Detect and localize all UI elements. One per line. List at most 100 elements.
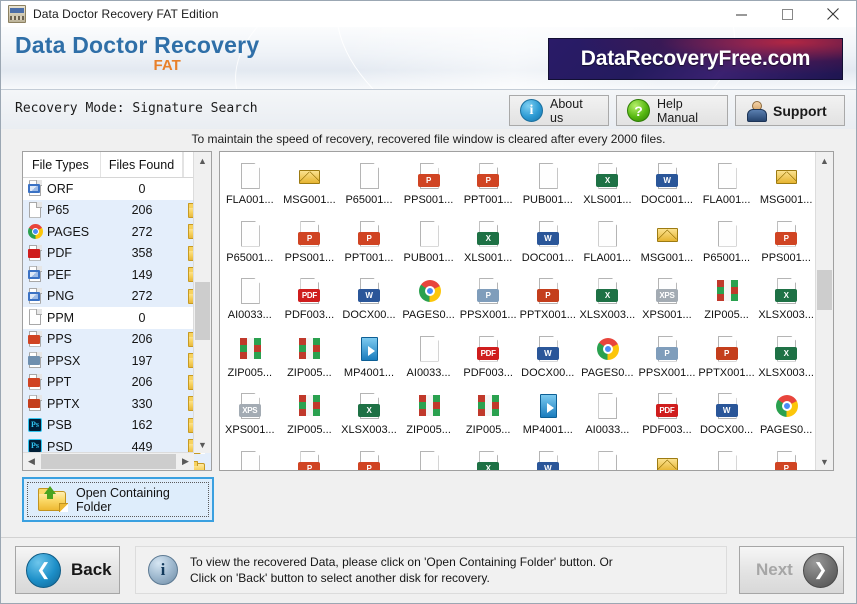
file-grid-item[interactable]: P PPSX001... [458,273,518,331]
file-type-row[interactable]: PEF 149 [23,264,211,286]
file-grid-item[interactable]: AI0033... [220,273,280,331]
file-type-row[interactable]: PPSX 197 [23,350,211,372]
scroll-right-icon[interactable]: ▶ [177,453,194,470]
scroll-up-icon[interactable]: ▲ [816,152,833,169]
file-type-row[interactable]: PAGES 272 [23,221,211,243]
file-types-vertical-scrollbar[interactable]: ▲ ▼ [193,152,211,453]
file-grid-item[interactable]: ZIP005... [280,331,340,389]
file-grid-item[interactable]: W DOC001... [518,216,578,274]
file-grid-item[interactable]: MP4001... [518,388,578,446]
file-grid-item[interactable] [637,446,697,470]
file-type-row[interactable]: PPS 206 [23,328,211,350]
open-containing-folder-button[interactable]: Open Containing Folder [27,482,209,517]
file-grid-item[interactable]: XPS XPS001... [637,273,697,331]
scroll-down-icon[interactable]: ▼ [816,453,833,470]
file-grid-item[interactable]: X XLSX003... [339,388,399,446]
scroll-thumb[interactable] [817,270,832,310]
file-grid-item[interactable]: PAGES0... [399,273,459,331]
file-grid-item[interactable]: P PPS001... [280,216,340,274]
file-grid-item[interactable]: P PPTX001... [518,273,578,331]
file-grid-item[interactable] [578,446,638,470]
file-grid-item[interactable]: P PPTX001... [697,331,757,389]
file-grid-item[interactable]: X XLSX003... [756,331,816,389]
file-type-row[interactable]: PPT 206 [23,371,211,393]
file-grid-item[interactable]: ZIP005... [280,388,340,446]
file-type-row[interactable]: ORF 0 [23,178,211,200]
support-button[interactable]: Support [735,95,845,126]
file-grid-item[interactable] [697,446,757,470]
file-icon-holder: W [535,450,561,470]
file-grid-item[interactable]: P PPS001... [399,158,459,216]
file-grid-item[interactable]: X XLSX003... [756,273,816,331]
file-grid-item[interactable]: ZIP005... [697,273,757,331]
back-button[interactable]: ❮ Back [15,546,120,594]
minimize-icon[interactable] [718,1,764,27]
maximize-icon[interactable] [764,1,810,27]
file-grid-item[interactable]: W [518,446,578,470]
file-grid-item[interactable] [220,446,280,470]
file-grid-item[interactable] [399,446,459,470]
file-grid-item[interactable]: P PPS001... [756,216,816,274]
file-grid-item[interactable]: W DOC001... [637,158,697,216]
file-type-row[interactable]: PPTX 330 [23,393,211,415]
file-type-row[interactable]: PNG 272 [23,285,211,307]
scroll-down-icon[interactable]: ▼ [194,436,211,453]
about-us-button[interactable]: i About us [509,95,609,126]
file-grid-item[interactable]: MP4001... [339,331,399,389]
file-grid-item[interactable]: MSG001... [637,216,697,274]
file-grid-item[interactable]: PDF PDF003... [280,273,340,331]
file-grid-item[interactable]: P PPSX001... [637,331,697,389]
file-grid-item[interactable]: PUB001... [518,158,578,216]
file-grid-item[interactable]: PAGES0... [578,331,638,389]
file-grid-item[interactable]: PDF PDF003... [458,331,518,389]
file-grid-item[interactable]: W DOCX00... [697,388,757,446]
file-types-list[interactable]: ORF 0 P65 206 PAGES 272 PDF 358 PEF 149 PNG 272 PPM 0… [23,178,211,470]
scroll-thumb[interactable] [195,282,210,340]
file-name-label: PAGES0... [402,309,455,321]
files-found-count: 0 [138,310,146,325]
file-grid-item[interactable]: XPS XPS001... [220,388,280,446]
file-types-horizontal-scrollbar[interactable]: ◀ ▶ [23,452,194,470]
file-grid-item[interactable]: FLA001... [697,158,757,216]
recovered-files-grid[interactable]: FLA001... MSG001... P65001... P PPS001... P PP… [220,152,816,470]
file-grid-item[interactable]: X XLS001... [578,158,638,216]
file-grid-item[interactable]: ZIP005... [220,331,280,389]
next-button[interactable]: Next ❯ [739,546,844,594]
file-grid-item[interactable]: P65001... [697,216,757,274]
file-grid-item[interactable]: P [280,446,340,470]
hscroll-thumb[interactable] [41,454,176,469]
file-grid-item[interactable]: MSG001... [280,158,340,216]
file-grid-item[interactable]: P [339,446,399,470]
file-grid-item[interactable]: FLA001... [578,216,638,274]
file-name-label: P65001... [703,251,751,264]
file-grid-item[interactable]: PAGES0... [756,388,816,446]
file-grid-item[interactable]: AI0033... [399,331,459,389]
file-grid-item[interactable]: P [756,446,816,470]
file-icon-holder: P [714,335,740,365]
file-type-row[interactable]: PPM 0 [23,307,211,329]
close-icon[interactable] [810,1,856,27]
file-grid-item[interactable]: PDF PDF003... [637,388,697,446]
file-grid-item[interactable]: MSG001... [756,158,816,216]
file-type-row[interactable]: Ps PSB 162 [23,414,211,436]
scroll-up-icon[interactable]: ▲ [194,152,211,169]
file-grid-item[interactable]: AI0033... [578,388,638,446]
file-grid-item[interactable]: X XLS001... [458,216,518,274]
scroll-left-icon[interactable]: ◀ [23,453,40,470]
file-grid-item[interactable]: PUB001... [399,216,459,274]
file-grid-item[interactable]: FLA001... [220,158,280,216]
file-grid-item[interactable]: P65001... [339,158,399,216]
files-grid-vertical-scrollbar[interactable]: ▲ ▼ [815,152,833,470]
help-manual-button[interactable]: ? Help Manual [616,95,728,126]
file-grid-item[interactable]: W DOCX00... [518,331,578,389]
file-grid-item[interactable]: X [458,446,518,470]
file-type-row[interactable]: PDF 358 [23,242,211,264]
file-grid-item[interactable]: P PPT001... [458,158,518,216]
file-grid-item[interactable]: ZIP005... [458,388,518,446]
file-grid-item[interactable]: P PPT001... [339,216,399,274]
file-grid-item[interactable]: X XLSX003... [578,273,638,331]
file-type-row[interactable]: P65 206 [23,199,211,221]
file-grid-item[interactable]: W DOCX00... [339,273,399,331]
file-grid-item[interactable]: ZIP005... [399,388,459,446]
file-grid-item[interactable]: P65001... [220,216,280,274]
